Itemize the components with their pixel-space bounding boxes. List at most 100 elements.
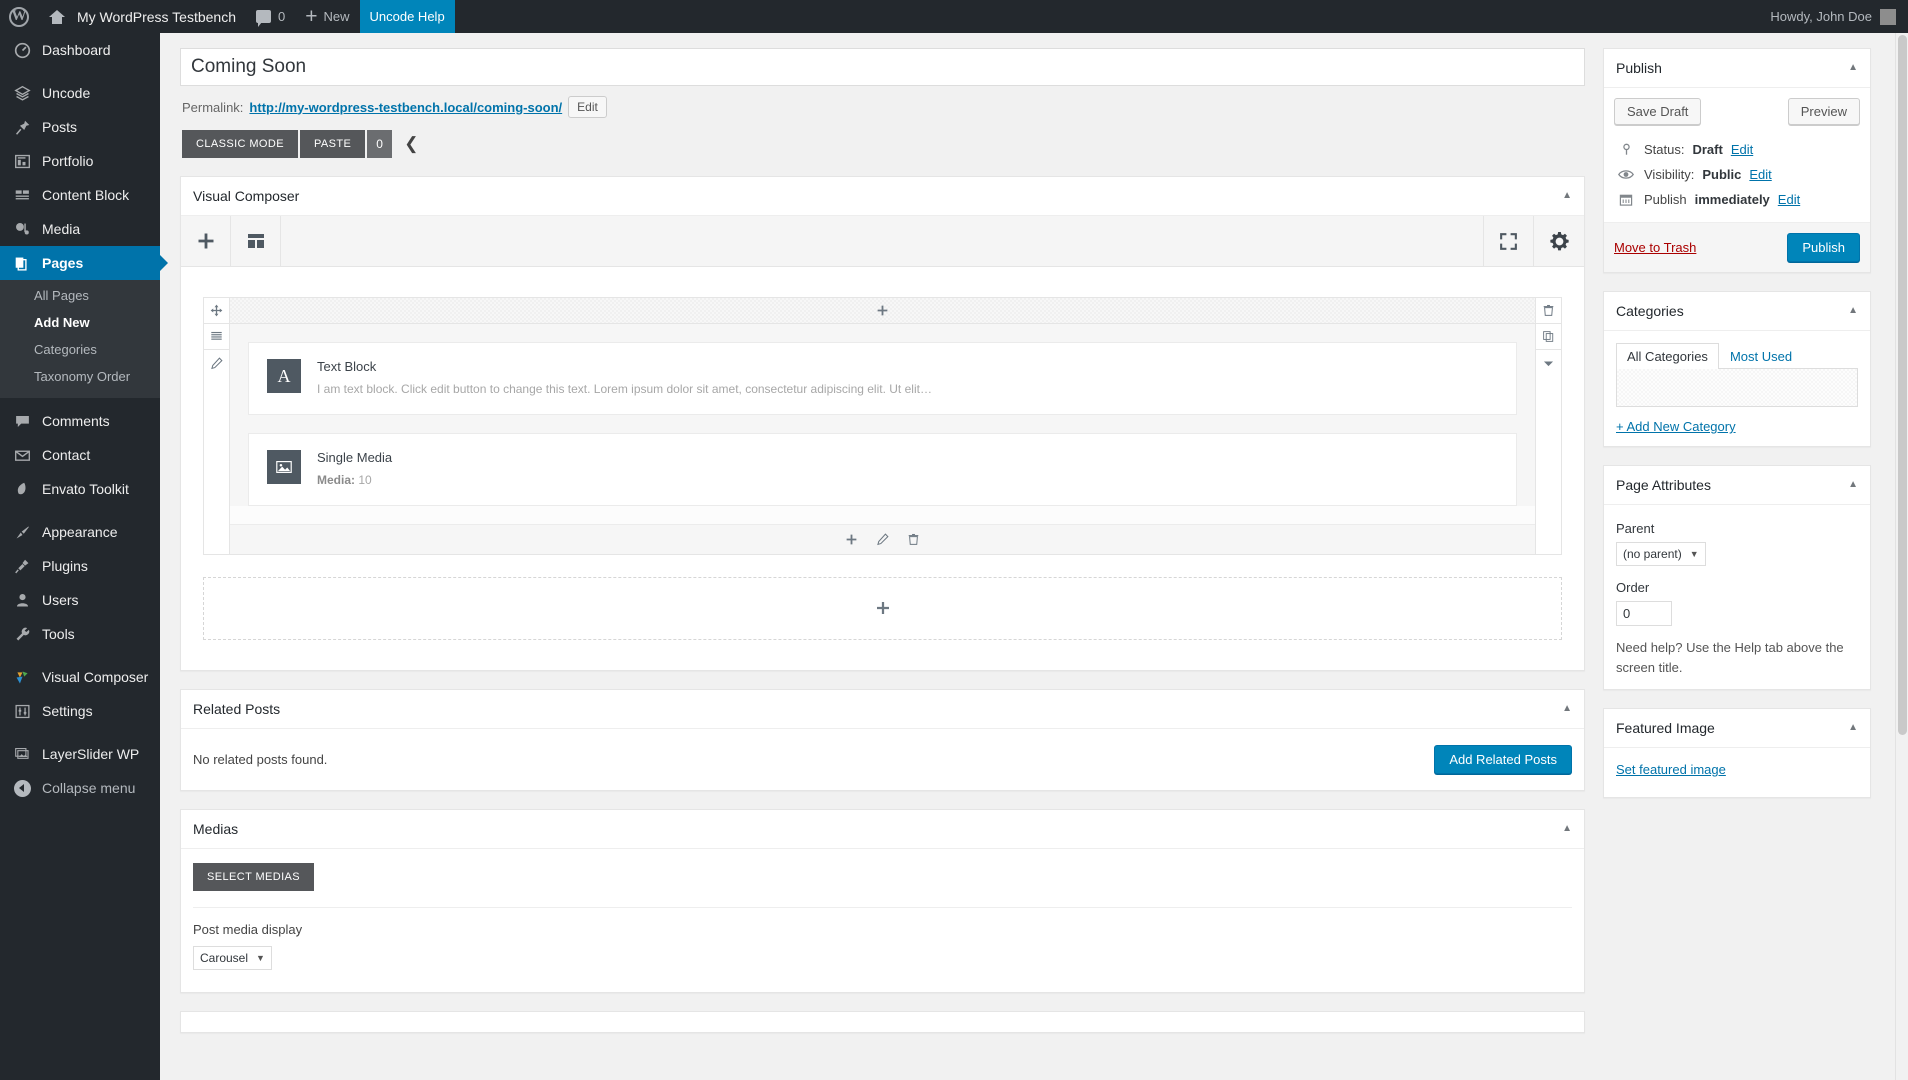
add-related-posts-button[interactable]: Add Related Posts xyxy=(1434,744,1572,774)
sidebar-item-label: Appearance xyxy=(42,524,118,540)
select-medias-button[interactable]: SELECT MEDIAS xyxy=(193,862,315,891)
chevron-up-icon[interactable]: ▲ xyxy=(1562,703,1572,714)
sidebar-item-dashboard[interactable]: Dashboard xyxy=(0,33,160,67)
vc-add-row-button[interactable] xyxy=(203,576,1562,640)
paste-button[interactable]: PASTE xyxy=(299,130,366,158)
edit-permalink-button[interactable]: Edit xyxy=(568,96,607,118)
vc-row-layout-button[interactable] xyxy=(204,324,229,350)
medias-header[interactable]: Medias ▲ xyxy=(181,810,1584,849)
vc-column-delete-button[interactable] xyxy=(907,533,920,546)
sidebar-item-pages[interactable]: Pages xyxy=(0,246,168,280)
edit-schedule-link[interactable]: Edit xyxy=(1778,192,1800,207)
sidebar-item-portfolio[interactable]: Portfolio xyxy=(0,144,160,178)
vc-row-add-element-bar[interactable] xyxy=(230,298,1535,324)
post-media-display-label: Post media display xyxy=(193,921,303,937)
parent-select[interactable]: (no parent) ▼ xyxy=(1616,542,1706,566)
sidebar-item-comments[interactable]: Comments xyxy=(0,404,160,438)
sidebar-subitem-taxonomy-order[interactable]: Taxonomy Order xyxy=(0,363,160,390)
sidebar-item-content-block[interactable]: Content Block xyxy=(0,178,160,212)
sidebar-item-appearance[interactable]: Appearance xyxy=(0,515,160,549)
vc-row-drag-handle[interactable] xyxy=(204,298,229,324)
vc-templates-button[interactable] xyxy=(231,216,281,266)
vc-element-single-media[interactable]: Single Media Media: 10 xyxy=(248,432,1517,506)
save-draft-button[interactable]: Save Draft xyxy=(1614,98,1702,125)
vc-column-add-button[interactable] xyxy=(845,533,858,546)
featured-image-header[interactable]: Featured Image ▲ xyxy=(1604,709,1870,748)
chevron-up-icon[interactable]: ▲ xyxy=(1848,723,1858,733)
comment-icon xyxy=(12,411,32,431)
move-to-trash-link[interactable]: Move to Trash xyxy=(1614,240,1696,255)
sidebar-item-users[interactable]: Users xyxy=(0,583,160,617)
medias-body: SELECT MEDIAS Post media display Carouse… xyxy=(181,849,1584,992)
uncode-help-button[interactable]: Uncode Help xyxy=(359,0,455,33)
related-posts-header[interactable]: Related Posts ▲ xyxy=(181,690,1584,729)
categories-panel-header[interactable]: Categories ▲ xyxy=(1604,292,1870,331)
page-scrollbar[interactable] xyxy=(1895,33,1908,1080)
sidebar-item-settings[interactable]: Settings xyxy=(0,694,160,728)
content-area: Permalink: http://my-wordpress-testbench… xyxy=(160,33,1908,1080)
order-input[interactable] xyxy=(1616,601,1672,626)
sidebar-item-layerslider-wp[interactable]: LayerSlider WP xyxy=(0,737,160,771)
vc-add-element-button[interactable] xyxy=(181,216,231,266)
sidebar-item-visual-composer[interactable]: Visual Composer xyxy=(0,660,160,694)
related-posts-body: No related posts found. Add Related Post… xyxy=(181,729,1584,790)
sidebar-subitem-categories[interactable]: Categories xyxy=(0,336,160,363)
publish-panel-header[interactable]: Publish ▲ xyxy=(1604,49,1870,88)
permalink-link[interactable]: http://my-wordpress-testbench.local/comi… xyxy=(249,100,562,115)
sidebar-item-label: Uncode xyxy=(42,85,91,101)
vc-element-description: I am text block. Click edit button to ch… xyxy=(317,382,932,396)
set-featured-image-link[interactable]: Set featured image xyxy=(1616,762,1726,777)
vc-row-clone-button[interactable] xyxy=(1536,324,1561,350)
howdy-menu[interactable]: Howdy, John Doe xyxy=(1760,0,1896,33)
add-new-category-link[interactable]: + Add New Category xyxy=(1616,419,1736,434)
chevron-up-icon[interactable]: ▲ xyxy=(1848,306,1858,316)
publish-major-actions: Move to Trash Publish xyxy=(1604,223,1870,272)
vc-toolbar xyxy=(181,216,1584,267)
vc-fullscreen-button[interactable] xyxy=(1484,216,1534,266)
scrollbar-thumb[interactable] xyxy=(1898,35,1907,735)
sidebar-subitem-all-pages[interactable]: All Pages xyxy=(0,282,160,309)
sidebar-item-plugins[interactable]: Plugins xyxy=(0,549,160,583)
tab-most-used[interactable]: Most Used xyxy=(1719,343,1803,369)
sidebar-item-media[interactable]: Media xyxy=(0,212,160,246)
tab-all-categories[interactable]: All Categories xyxy=(1616,343,1719,369)
classic-mode-button[interactable]: CLASSIC MODE xyxy=(182,130,298,158)
sidebar-item-uncode[interactable]: Uncode xyxy=(0,76,160,110)
chevron-up-icon[interactable]: ▲ xyxy=(1562,823,1572,834)
vc-row-more-button[interactable] xyxy=(1536,350,1561,376)
chevron-up-icon[interactable]: ▲ xyxy=(1562,191,1572,201)
page-attributes-header[interactable]: Page Attributes ▲ xyxy=(1604,466,1870,505)
visual-composer-panel-header[interactable]: Visual Composer ▲ xyxy=(181,177,1584,216)
sidebar-item-contact[interactable]: Contact xyxy=(0,438,160,472)
categories-checklist[interactable] xyxy=(1616,369,1858,407)
vc-column-edit-button[interactable] xyxy=(876,533,889,546)
vc-settings-button[interactable] xyxy=(1534,216,1584,266)
chevron-left-icon[interactable]: ❮ xyxy=(394,130,428,158)
vc-row-edit-button[interactable] xyxy=(204,350,229,376)
related-posts-empty-text: No related posts found. xyxy=(193,751,328,767)
vc-row-delete-button[interactable] xyxy=(1536,298,1561,324)
site-name-label: My WordPress Testbench xyxy=(77,8,236,25)
sidebar-subitem-add-new[interactable]: Add New xyxy=(0,309,160,336)
sidebar-item-posts[interactable]: Posts xyxy=(0,110,160,144)
post-title-input[interactable] xyxy=(180,48,1585,86)
post-media-display-select[interactable]: Carousel ▼ xyxy=(193,945,272,970)
vc-element-text-block[interactable]: A Text Block I am text block. Click edit… xyxy=(248,342,1517,415)
wordpress-logo-button[interactable]: W xyxy=(0,0,38,33)
new-content-menu[interactable]: + New xyxy=(295,0,359,33)
preview-button[interactable]: Preview xyxy=(1787,98,1860,125)
edit-status-link[interactable]: Edit xyxy=(1731,142,1753,157)
comments-menu[interactable]: 0 xyxy=(246,0,295,33)
edit-visibility-link[interactable]: Edit xyxy=(1749,167,1771,182)
collapse-menu-button[interactable]: Collapse menu xyxy=(0,771,160,805)
publish-button[interactable]: Publish xyxy=(1787,233,1860,262)
chevron-up-icon[interactable]: ▲ xyxy=(1848,63,1858,73)
wordpress-logo-icon: W xyxy=(9,6,29,27)
visual-composer-icon xyxy=(12,667,32,687)
site-name-menu[interactable]: My WordPress Testbench xyxy=(38,0,246,33)
vc-column: A Text Block I am text block. Click edit… xyxy=(230,324,1535,506)
chevron-up-icon[interactable]: ▲ xyxy=(1848,480,1858,490)
post-schedule-value: immediately xyxy=(1694,192,1770,207)
sidebar-item-tools[interactable]: Tools xyxy=(0,617,160,651)
sidebar-item-envato-toolkit[interactable]: Envato Toolkit xyxy=(0,472,160,506)
